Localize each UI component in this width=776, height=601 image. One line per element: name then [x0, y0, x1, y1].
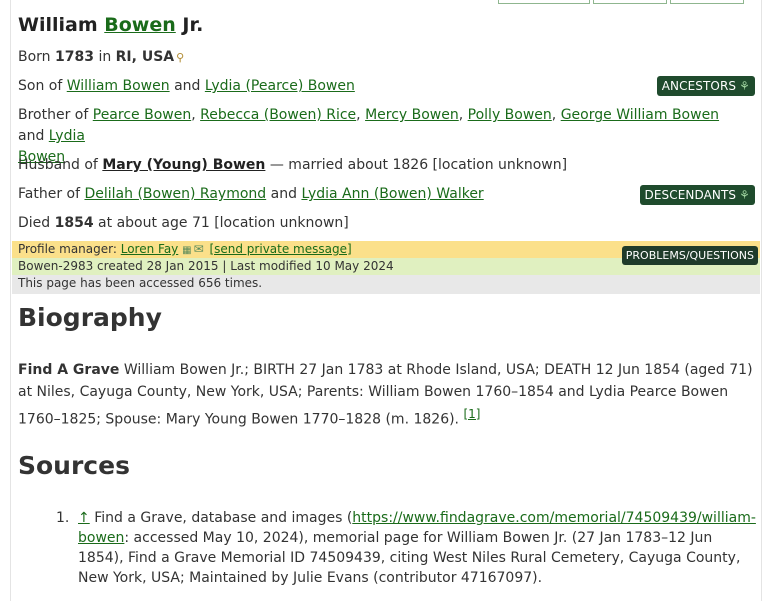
top-button-3[interactable] — [670, 0, 744, 4]
tree-icon: ⚘ — [739, 188, 750, 202]
child-link[interactable]: Delilah (Bowen) Raymond — [84, 186, 266, 202]
husband-of-line: Husband of Mary (Young) Bowen — married … — [18, 157, 568, 173]
spouse-link[interactable]: Mary (Young) Bowen — [102, 157, 265, 173]
map-pin-icon[interactable]: ⚲ — [176, 51, 184, 64]
biography-heading: Biography — [18, 303, 162, 332]
id-card-icon[interactable]: ▦ — [182, 245, 191, 256]
sibling-link[interactable]: Polly Bowen — [468, 107, 552, 123]
mother-link[interactable]: Lydia (Pearce) Bowen — [205, 78, 355, 94]
top-button-1[interactable] — [498, 0, 590, 4]
sources-heading: Sources — [18, 451, 130, 480]
problems-questions-button[interactable]: PROBLEMS/QUESTIONS — [621, 246, 758, 265]
top-button-2[interactable] — [593, 0, 667, 4]
private-message-link[interactable]: [send private message] — [209, 242, 351, 256]
source-item: 1. ↑ Find a Grave, database and images (… — [56, 510, 756, 586]
sibling-link[interactable]: Lydia — [49, 128, 85, 144]
child-link[interactable]: Lydia Ann (Bowen) Walker — [301, 186, 483, 202]
born-line: Born 1783 in RI, USA ⚲ — [18, 49, 185, 65]
mail-icon[interactable]: ✉ — [194, 242, 204, 256]
died-line: Died 1854 at about age 71 [location unkn… — [18, 215, 349, 231]
biography-text: Find A Grave William Bowen Jr.; BIRTH 27… — [18, 362, 753, 428]
back-reference-link[interactable]: ↑ — [78, 510, 90, 526]
descendants-button[interactable]: DESCENDANTS ⚘ — [639, 185, 755, 205]
access-count-bar: This page has been accessed 656 times. — [12, 275, 760, 294]
sibling-link[interactable]: Mercy Bowen — [365, 107, 459, 123]
sibling-link[interactable]: Rebecca (Bowen) Rice — [200, 107, 356, 123]
father-of-line: Father of Delilah (Bowen) Raymond and Ly… — [18, 186, 484, 202]
son-of-line: Son of William Bowen and Lydia (Pearce) … — [18, 78, 355, 94]
tree-icon: ⚘ — [739, 79, 750, 93]
father-link[interactable]: William Bowen — [67, 78, 170, 94]
surname-link[interactable]: Bowen — [104, 14, 176, 36]
manager-link[interactable]: Loren Fay — [121, 242, 179, 256]
sibling-link[interactable]: Pearce Bowen — [93, 107, 191, 123]
sibling-link[interactable]: George William Bowen — [561, 107, 719, 123]
ancestors-button[interactable]: ANCESTORS ⚘ — [656, 76, 755, 96]
profile-name: William Bowen Jr. — [18, 14, 204, 36]
footnote-link[interactable]: [1] — [463, 407, 480, 421]
